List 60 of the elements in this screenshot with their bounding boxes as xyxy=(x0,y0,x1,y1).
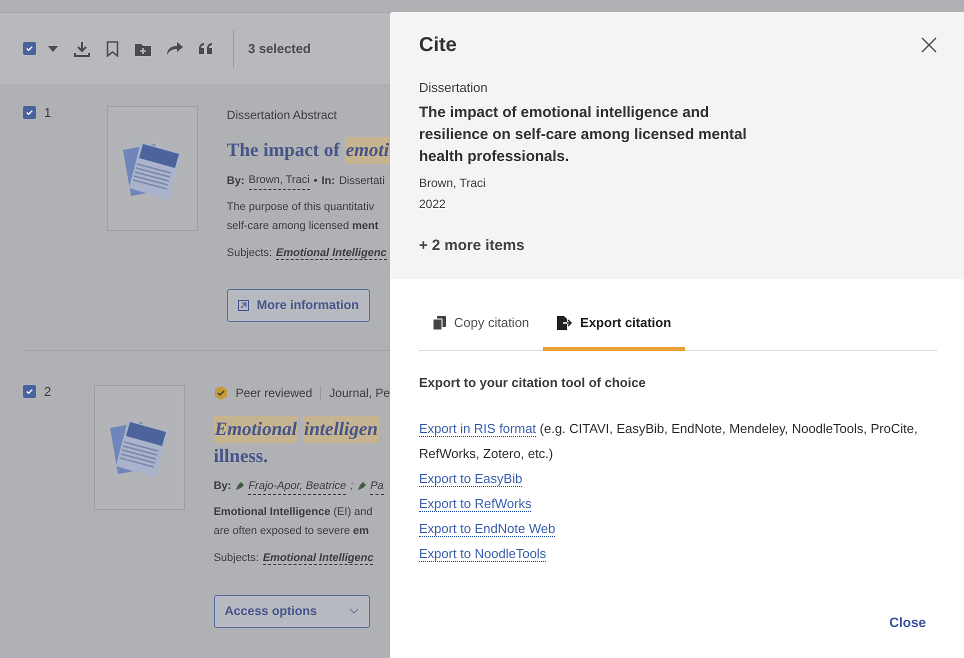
export-link[interactable]: Export to EndNote Web xyxy=(419,521,556,537)
more-items-link[interactable]: + 2 more items xyxy=(419,234,937,257)
result-checkbox[interactable] xyxy=(23,384,36,398)
quote-icon[interactable] xyxy=(199,43,213,54)
external-link-icon xyxy=(238,300,249,311)
pen-icon xyxy=(357,482,366,491)
item-title: The impact of emotional intelligence and resilience on self-care among licensed mental health professionals. xyxy=(419,102,748,166)
separator: ; xyxy=(350,479,354,494)
badge-check-icon xyxy=(214,386,228,400)
result-checkbox[interactable] xyxy=(23,106,36,119)
close-button[interactable]: Close xyxy=(883,612,932,634)
result-title[interactable]: Emotional intelligen illness. xyxy=(214,416,390,470)
access-options-dropdown[interactable]: Access options xyxy=(214,594,370,628)
item-author: Brown, Traci xyxy=(419,174,487,192)
abstract-text: Emotional Intelligence (EI) and are often exposed to severe em xyxy=(214,505,374,540)
export-heading: Export to your citation tool of choice xyxy=(419,374,647,392)
bookmark-icon[interactable] xyxy=(106,40,119,56)
item-year: 2022 xyxy=(419,196,447,212)
share-arrow-icon[interactable] xyxy=(167,42,183,55)
download-icon[interactable] xyxy=(74,40,90,56)
byline-label: By: xyxy=(214,479,232,494)
result-number: 1 xyxy=(44,106,52,119)
byline-label: By: xyxy=(226,174,245,188)
checkmark-icon xyxy=(25,108,34,117)
export-description: Export in RIS format (e.g. CITAVI, EasyBib, EndNote, Mendeley, NoodleTools, ProCite, RefWorks, Zotero, etc.) xyxy=(419,420,919,463)
export-link[interactable]: Export to RefWorks xyxy=(419,496,532,512)
publication-type: Journal, Pe xyxy=(329,385,390,402)
source-label: In: xyxy=(322,174,335,188)
checkmark-icon xyxy=(25,44,34,53)
caret-icon[interactable] xyxy=(48,46,58,52)
checkmark-icon xyxy=(25,386,34,396)
more-information-button[interactable]: More information xyxy=(226,289,370,322)
file-export-icon xyxy=(557,316,572,330)
author-link[interactable]: Pa xyxy=(370,478,384,496)
publication-type: Dissertation Abstract xyxy=(226,106,337,124)
subject-link[interactable]: Emotional Intelligenc xyxy=(262,552,374,566)
copy-icon xyxy=(433,316,446,330)
selected-count: 3 selected xyxy=(248,40,311,58)
subject-link[interactable]: Emotional Intelligenc xyxy=(276,246,387,260)
result-title[interactable]: The impact of emoti xyxy=(226,137,390,164)
pen-icon xyxy=(235,482,244,491)
chevron-down-icon xyxy=(348,608,359,614)
citation-tab[interactable]: Export citation xyxy=(543,301,686,350)
author-link[interactable]: Brown, Traci xyxy=(248,172,310,190)
subjects-label: Subjects: xyxy=(226,246,272,258)
item-type: Dissertation xyxy=(419,79,489,97)
abstract-text: The purpose of this quantitativ self-care among licensed ment xyxy=(226,200,380,234)
folder-plus-icon[interactable] xyxy=(135,42,151,56)
export-link[interactable]: Export in RIS format xyxy=(419,421,536,437)
bullet-separator: • xyxy=(314,174,318,188)
subjects-label: Subjects: xyxy=(214,552,259,564)
export-link[interactable]: Export to NoodleTools xyxy=(419,546,546,562)
peer-reviewed-label: Peer reviewed xyxy=(236,385,312,402)
result-number: 2 xyxy=(44,384,52,398)
select-all-checkbox[interactable] xyxy=(23,42,36,55)
export-link[interactable]: Export to EasyBib xyxy=(419,471,522,487)
citation-tab[interactable]: Copy citation xyxy=(419,301,544,350)
source-text: Dissertati xyxy=(338,174,385,188)
author-link[interactable]: Frajo-Apor, Beatrice xyxy=(248,478,346,496)
modal-title: Cite xyxy=(419,33,457,58)
